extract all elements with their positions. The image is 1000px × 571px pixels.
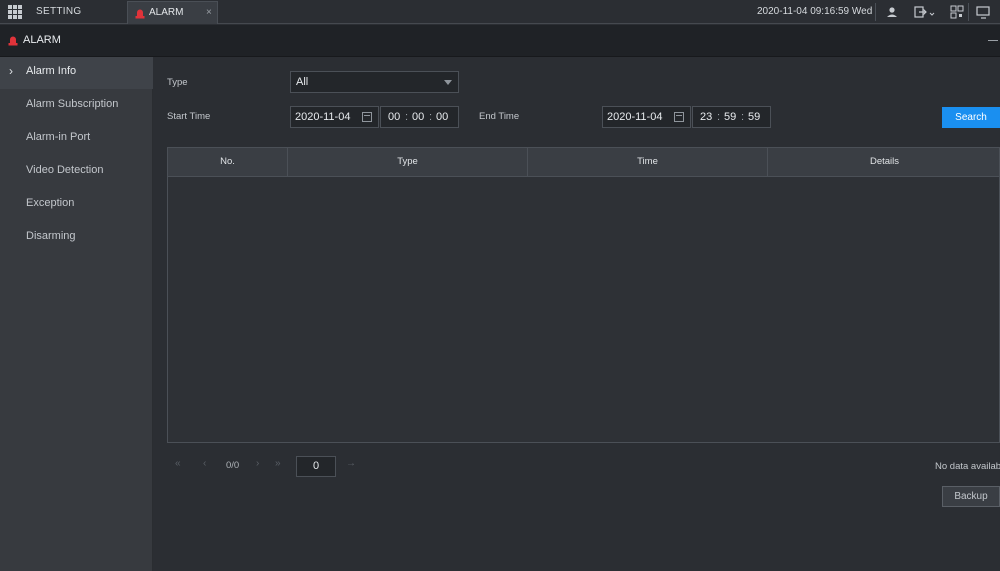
type-label: Type xyxy=(167,77,188,88)
start-second[interactable]: 00 xyxy=(436,107,448,127)
tab-alarm[interactable]: ALARM × xyxy=(127,1,218,24)
sidebar-item-label: Disarming xyxy=(26,230,76,242)
page-count: 0/0 xyxy=(226,460,240,471)
table-header: No. Type Time Details xyxy=(168,148,999,177)
end-time-label: End Time xyxy=(479,111,520,122)
alarm-table: No. Type Time Details xyxy=(167,147,1000,443)
start-time-input[interactable]: 00 : 00 : 00 xyxy=(380,106,459,128)
time-separator: : xyxy=(405,111,409,123)
calendar-icon[interactable] xyxy=(674,112,684,122)
divider xyxy=(875,3,876,21)
column-header-no[interactable]: No. xyxy=(168,148,288,176)
next-page-icon[interactable]: › xyxy=(256,458,259,469)
sidebar-item-label: Alarm Subscription xyxy=(26,98,119,110)
sidebar-item-label: Alarm Info xyxy=(26,65,77,77)
first-page-icon[interactable]: « xyxy=(175,458,181,469)
time-separator: : xyxy=(741,111,745,123)
page-title: ALARM xyxy=(23,34,61,46)
time-separator: : xyxy=(717,111,721,123)
page-number-input[interactable]: 0 xyxy=(296,456,336,477)
system-datetime: 2020-11-04 09:16:59 Wed xyxy=(757,6,873,17)
start-minute[interactable]: 00 xyxy=(412,107,424,127)
user-icon[interactable] xyxy=(884,4,900,20)
start-time-label: Start Time xyxy=(167,111,211,122)
sidebar-item-exception[interactable]: Exception xyxy=(0,189,153,221)
calendar-icon[interactable] xyxy=(362,112,372,122)
sidebar-item-label: Video Detection xyxy=(26,164,104,176)
chevron-right-icon: › xyxy=(9,64,13,78)
tab-alarm-label: ALARM xyxy=(149,7,184,18)
prev-page-icon[interactable]: ‹ xyxy=(203,458,206,469)
column-header-details[interactable]: Details xyxy=(768,148,1000,176)
start-date-value: 2020-11-04 xyxy=(295,111,351,123)
start-date-input[interactable]: 2020-11-04 xyxy=(290,106,379,128)
no-data-status: No data available xyxy=(935,461,1000,472)
tab-close-icon[interactable]: × xyxy=(206,2,212,24)
type-select[interactable]: All xyxy=(290,71,459,93)
monitor-icon[interactable] xyxy=(976,4,992,20)
backup-button[interactable]: Backup xyxy=(942,486,1000,507)
divider xyxy=(968,3,969,21)
logout-dropdown-chevron-icon[interactable] xyxy=(927,4,943,20)
sidebar-item-alarm-subscription[interactable]: Alarm Subscription xyxy=(0,90,153,122)
time-separator: : xyxy=(429,111,433,123)
end-hour[interactable]: 23 xyxy=(700,107,712,127)
start-hour[interactable]: 00 xyxy=(388,107,400,127)
last-page-icon[interactable]: » xyxy=(275,458,281,469)
sidebar-item-label: Alarm-in Port xyxy=(26,131,91,143)
type-select-value: All xyxy=(296,76,309,88)
end-time-input[interactable]: 23 : 59 : 59 xyxy=(692,106,771,128)
minimize-icon[interactable] xyxy=(988,40,998,41)
main-menu-grid-icon[interactable] xyxy=(8,5,22,19)
tab-setting[interactable]: SETTING xyxy=(36,0,81,24)
logout-icon[interactable] xyxy=(912,4,928,20)
column-header-type[interactable]: Type xyxy=(288,148,528,176)
end-date-input[interactable]: 2020-11-04 xyxy=(602,106,691,128)
alarm-siren-icon xyxy=(135,9,145,19)
column-header-time[interactable]: Time xyxy=(528,148,768,176)
page-title-bar: ALARM xyxy=(0,25,1000,57)
sidebar-item-alarm-in-port[interactable]: Alarm-in Port xyxy=(0,123,153,155)
go-to-page-icon[interactable]: → xyxy=(346,458,356,469)
chevron-down-icon xyxy=(444,80,452,85)
top-bar: SETTING ALARM × 2020-11-04 09:16:59 Wed xyxy=(0,0,1000,24)
alarm-siren-icon xyxy=(8,36,18,46)
search-button[interactable]: Search xyxy=(942,107,1000,128)
sidebar-item-alarm-info[interactable]: › Alarm Info xyxy=(0,57,153,89)
end-second[interactable]: 59 xyxy=(748,107,760,127)
sidebar-item-video-detection[interactable]: Video Detection xyxy=(0,156,153,188)
sidebar-item-label: Exception xyxy=(26,197,75,209)
end-minute[interactable]: 59 xyxy=(724,107,736,127)
qr-code-icon[interactable] xyxy=(949,4,965,20)
sidebar-item-disarming[interactable]: Disarming xyxy=(0,222,153,254)
sidebar: › Alarm Info Alarm Subscription Alarm-in… xyxy=(0,57,153,571)
end-date-value: 2020-11-04 xyxy=(607,111,663,123)
